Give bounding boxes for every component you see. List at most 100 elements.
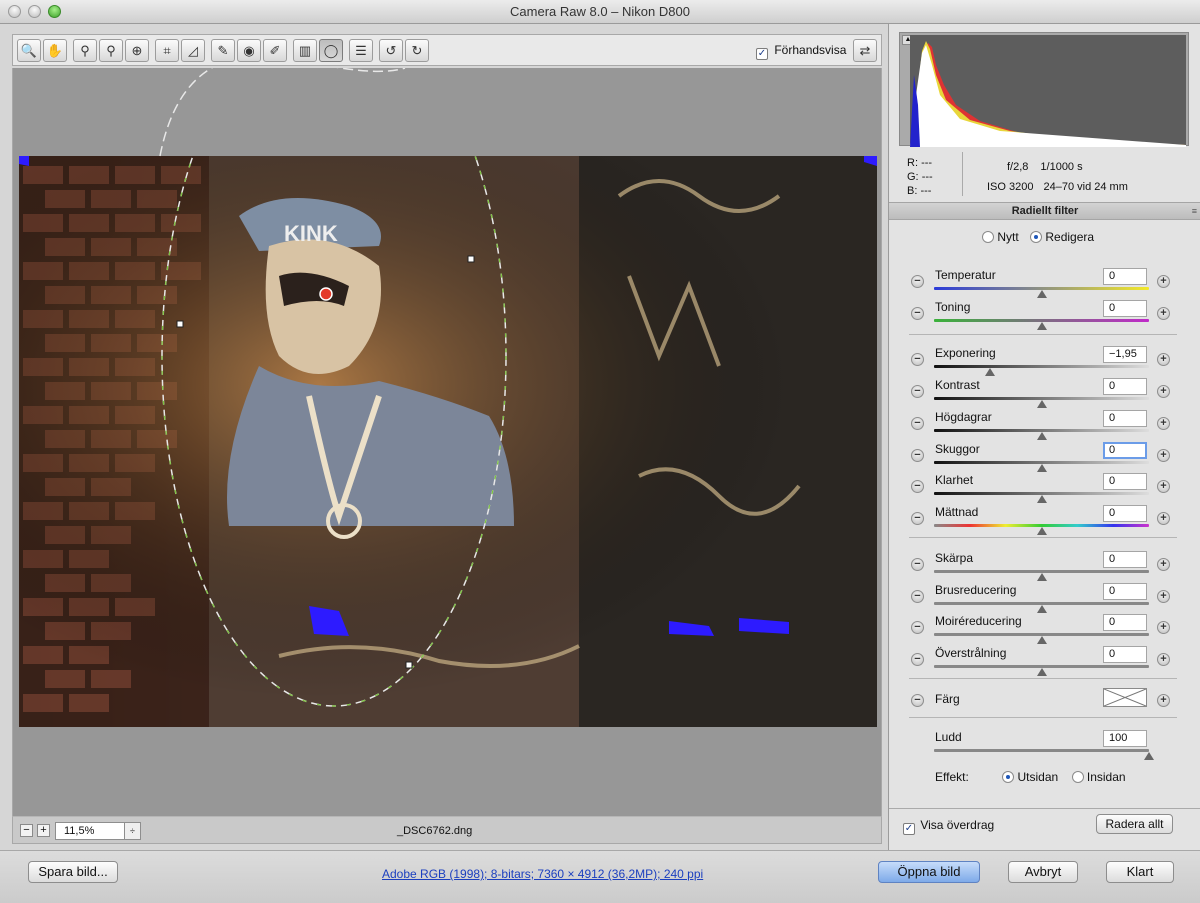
white-balance-tool-button[interactable]: ⚲ xyxy=(73,39,97,62)
overstralning-plus-button[interactable]: + xyxy=(1157,653,1170,666)
klarhet-minus-button[interactable]: − xyxy=(911,480,924,493)
zoom-stepper[interactable]: ÷ xyxy=(125,822,141,840)
zoom-out-button[interactable]: − xyxy=(20,824,33,837)
exponering-track[interactable] xyxy=(934,365,1149,368)
overstralning-slider-thumb[interactable] xyxy=(1036,668,1047,676)
open-image-button[interactable]: Öppna bild xyxy=(878,861,980,883)
graduated-filter-tool-button[interactable]: ▥ xyxy=(293,39,317,62)
preview-checkbox[interactable]: ✓ Förhandsvisa xyxy=(756,43,846,60)
mattnad-slider-thumb[interactable] xyxy=(1036,527,1047,535)
brusreducering-value-field[interactable]: 0 xyxy=(1103,583,1147,600)
clear-all-button[interactable]: Radera allt xyxy=(1096,814,1173,834)
radial-filter-top-extension xyxy=(159,68,406,157)
zoom-window-button[interactable] xyxy=(48,5,61,18)
klarhet-value-field[interactable]: 0 xyxy=(1103,473,1147,490)
klarhet-slider-thumb[interactable] xyxy=(1036,495,1047,503)
mattnad-plus-button[interactable]: + xyxy=(1157,512,1170,525)
brusreducering-plus-button[interactable]: + xyxy=(1157,590,1170,603)
feather-track[interactable] xyxy=(934,749,1149,752)
mattnad-value-field[interactable]: 0 xyxy=(1103,505,1147,522)
color-plus-button[interactable]: + xyxy=(1157,694,1170,707)
toning-label: Toning xyxy=(935,300,971,314)
zoom-in-button[interactable]: + xyxy=(37,824,50,837)
skuggor-value-field[interactable]: 0 xyxy=(1103,442,1147,459)
color-swatch[interactable] xyxy=(1103,688,1147,707)
rotate-cw-icon: ↻ xyxy=(411,43,423,58)
hogdagrar-minus-button[interactable]: − xyxy=(911,417,924,430)
temperatur-value-field[interactable]: 0 xyxy=(1103,268,1147,285)
temperatur-slider-thumb[interactable] xyxy=(1036,290,1047,298)
effect-inside-radio[interactable]: Insidan xyxy=(1071,770,1126,784)
exponering-value-field[interactable]: −1,95 xyxy=(1103,346,1147,363)
skarpa-slider-thumb[interactable] xyxy=(1036,573,1047,581)
preferences-tool-button[interactable]: ☰ xyxy=(349,39,373,62)
moirereducering-slider-thumb[interactable] xyxy=(1036,636,1047,644)
image-preview-area[interactable]: KINK xyxy=(12,68,882,816)
skuggor-minus-button[interactable]: − xyxy=(911,449,924,462)
temperatur-minus-button[interactable]: − xyxy=(911,275,924,288)
toning-plus-button[interactable]: + xyxy=(1157,307,1170,320)
rotate-cw-tool-button[interactable]: ↻ xyxy=(405,39,429,62)
skarpa-value-field[interactable]: 0 xyxy=(1103,551,1147,568)
spot-removal-tool-button[interactable]: ✎ xyxy=(211,39,235,62)
exponering-minus-button[interactable]: − xyxy=(911,353,924,366)
exponering-slider-thumb[interactable] xyxy=(984,368,995,376)
done-button[interactable]: Klart xyxy=(1106,861,1174,883)
skuggor-plus-button[interactable]: + xyxy=(1157,449,1170,462)
overstralning-value-field[interactable]: 0 xyxy=(1103,646,1147,663)
hogdagrar-slider-thumb[interactable] xyxy=(1036,432,1047,440)
photo-illustration: KINK xyxy=(19,156,877,727)
effect-outside-radio[interactable]: Utsidan xyxy=(1002,770,1058,784)
aperture-value: f/2,8 xyxy=(1007,161,1029,173)
rotate-ccw-tool-button[interactable]: ↺ xyxy=(379,39,403,62)
skarpa-minus-button[interactable]: − xyxy=(911,558,924,571)
feather-value-field[interactable]: 100 xyxy=(1103,730,1147,747)
radial-filter-icon: ◯ xyxy=(323,43,339,58)
temperatur-plus-button[interactable]: + xyxy=(1157,275,1170,288)
mode-edit-radio[interactable]: Redigera xyxy=(1030,230,1094,244)
overstralning-minus-button[interactable]: − xyxy=(911,653,924,666)
kontrast-slider-thumb[interactable] xyxy=(1036,400,1047,408)
skuggor-slider-thumb[interactable] xyxy=(1036,464,1047,472)
fullscreen-button[interactable]: ⇄ xyxy=(853,39,877,62)
kontrast-value-field[interactable]: 0 xyxy=(1103,378,1147,395)
toning-slider-thumb[interactable] xyxy=(1036,322,1047,330)
radial-filter-tool-button[interactable]: ◯ xyxy=(319,39,343,62)
color-minus-button[interactable]: − xyxy=(911,694,924,707)
moirereducering-value-field[interactable]: 0 xyxy=(1103,614,1147,631)
close-window-button[interactable] xyxy=(8,5,21,18)
hogdagrar-value-field[interactable]: 0 xyxy=(1103,410,1147,427)
save-image-button[interactable]: Spara bild... xyxy=(28,861,118,883)
zoom-level-field[interactable]: 11,5% xyxy=(55,822,125,840)
minimize-window-button[interactable] xyxy=(28,5,41,18)
zoom-tool-button[interactable]: 🔍 xyxy=(17,39,41,62)
brusreducering-slider-thumb[interactable] xyxy=(1036,605,1047,613)
exponering-plus-button[interactable]: + xyxy=(1157,353,1170,366)
hand-tool-button[interactable]: ✋ xyxy=(43,39,67,62)
panel-menu-icon[interactable]: ≡ xyxy=(1192,203,1197,220)
kontrast-plus-button[interactable]: + xyxy=(1157,385,1170,398)
kontrast-minus-button[interactable]: − xyxy=(911,385,924,398)
toning-minus-button[interactable]: − xyxy=(911,307,924,320)
show-overlay-checkbox[interactable]: ✓ Visa överdrag xyxy=(903,818,994,835)
histogram: ▲ ▲ xyxy=(899,32,1189,147)
color-sampler-tool-button[interactable]: ⚲ xyxy=(99,39,123,62)
targeted-adjustment-tool-button[interactable]: ⊕ xyxy=(125,39,149,62)
mode-new-radio[interactable]: Nytt xyxy=(982,230,1019,244)
workflow-options-link[interactable]: Adobe RGB (1998); 8-bitars; 7360 × 4912 … xyxy=(382,867,703,881)
klarhet-plus-button[interactable]: + xyxy=(1157,480,1170,493)
straighten-tool-button[interactable]: ◿ xyxy=(181,39,205,62)
red-eye-tool-button[interactable]: ◉ xyxy=(237,39,261,62)
moirereducering-minus-button[interactable]: − xyxy=(911,621,924,634)
hogdagrar-plus-button[interactable]: + xyxy=(1157,417,1170,430)
crop-tool-button[interactable]: ⌗ xyxy=(155,39,179,62)
skarpa-plus-button[interactable]: + xyxy=(1157,558,1170,571)
adjustment-panel: ▲ ▲ R: --- G: --- B: --- f/2,81/1000 s I xyxy=(888,24,1200,850)
feather-slider-thumb[interactable] xyxy=(1144,752,1154,760)
brusreducering-minus-button[interactable]: − xyxy=(911,590,924,603)
cancel-button[interactable]: Avbryt xyxy=(1008,861,1078,883)
moirereducering-plus-button[interactable]: + xyxy=(1157,621,1170,634)
mattnad-minus-button[interactable]: − xyxy=(911,512,924,525)
toning-value-field[interactable]: 0 xyxy=(1103,300,1147,317)
adjustment-brush-tool-button[interactable]: ✐ xyxy=(263,39,287,62)
